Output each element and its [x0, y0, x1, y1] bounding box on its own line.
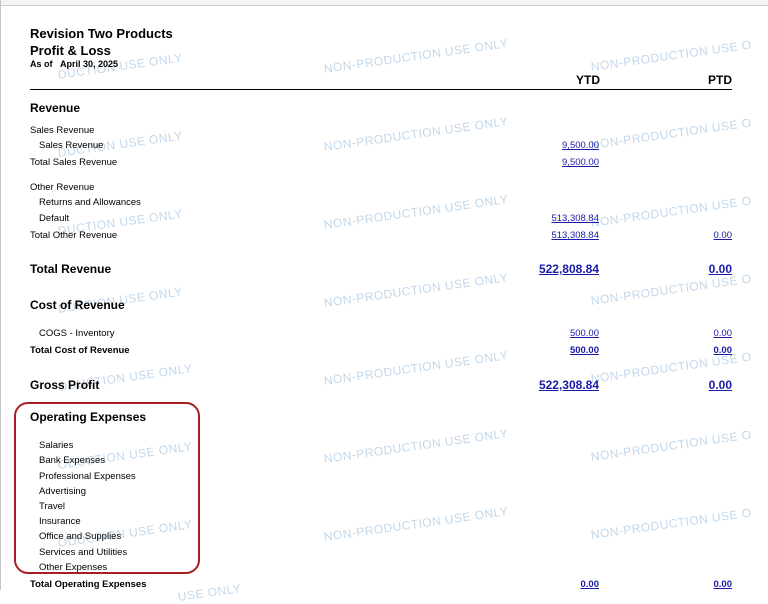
item-office-and-supplies: Office and Supplies	[39, 531, 122, 542]
window-top-edge	[0, 0, 768, 6]
header-rule	[30, 89, 732, 90]
item-services-and-utilities: Services and Utilities	[39, 547, 128, 558]
item-default: Default	[39, 213, 70, 224]
as-of-date: April 30, 2025	[60, 59, 119, 69]
item-bank-expenses: Bank Expenses	[39, 455, 106, 466]
company-name: Revision Two Products	[30, 26, 173, 41]
value-sales-revenue-ytd[interactable]: 9,500.00	[480, 140, 599, 151]
watermark-text: NON-PRODUCTION USE O	[590, 427, 753, 464]
total-sales-revenue-label: Total Sales Revenue	[30, 157, 118, 168]
value-default-ytd[interactable]: 513,308.84	[480, 213, 599, 224]
as-of-label: As of	[30, 59, 53, 69]
watermark-text: NON-PRODUCTION USE O	[590, 37, 753, 74]
value-total-cost-of-revenue-ptd[interactable]: 0.00	[632, 345, 733, 356]
total-cost-of-revenue-label: Total Cost of Revenue	[30, 345, 130, 356]
value-cogs-inventory-ptd[interactable]: 0.00	[632, 328, 733, 339]
item-insurance: Insurance	[39, 516, 81, 527]
section-revenue: Revenue	[30, 101, 81, 115]
item-cogs-inventory: COGS - Inventory	[39, 328, 115, 339]
watermark-text: NON-PRODUCTION USE O	[590, 115, 753, 152]
item-sales-revenue: Sales Revenue	[39, 140, 104, 151]
value-total-cost-of-revenue-ytd[interactable]: 500.00	[480, 345, 599, 356]
watermark-text: USE ONLY	[177, 581, 243, 604]
value-gross-profit-ytd[interactable]: 522,308.84	[460, 378, 599, 392]
total-revenue-label: Total Revenue	[30, 262, 112, 276]
value-total-other-revenue-ptd[interactable]: 0.00	[632, 230, 733, 241]
total-other-revenue-label: Total Other Revenue	[30, 230, 118, 241]
item-professional-expenses: Professional Expenses	[39, 471, 136, 482]
item-advertising: Advertising	[39, 486, 86, 497]
as-of-line: As of April 30, 2025	[30, 59, 118, 69]
section-operating-expenses: Operating Expenses	[30, 410, 147, 424]
report-title: Profit & Loss	[30, 43, 111, 58]
value-total-operating-expenses-ptd[interactable]: 0.00	[632, 579, 733, 590]
value-total-other-revenue-ytd[interactable]: 513,308.84	[480, 230, 599, 241]
column-header-ytd: YTD	[576, 73, 600, 87]
value-total-sales-revenue-ytd[interactable]: 9,500.00	[480, 157, 599, 168]
value-cogs-inventory-ytd[interactable]: 500.00	[480, 328, 599, 339]
total-operating-expenses-label: Total Operating Expenses	[30, 579, 147, 590]
item-other-expenses: Other Expenses	[39, 562, 108, 573]
column-header-ptd: PTD	[708, 73, 732, 87]
watermark-text: NON-PRODUCTION USE ONLY	[323, 270, 510, 310]
watermark-text: NON-PRODUCTION USE O	[590, 271, 753, 308]
watermark-text: NON-PRODUCTION USE ONLY	[323, 426, 510, 466]
watermark-text: NON-PRODUCTION USE O	[590, 505, 753, 542]
value-total-revenue-ptd[interactable]: 0.00	[632, 262, 732, 276]
gross-profit-label: Gross Profit	[30, 378, 100, 392]
watermark-text: NON-PRODUCTION USE O	[590, 193, 753, 230]
watermark-text: NON-PRODUCTION USE ONLY	[323, 36, 510, 76]
item-travel: Travel	[39, 501, 66, 512]
item-returns-and-allowances: Returns and Allowances	[39, 197, 141, 208]
value-total-revenue-ytd[interactable]: 522,808.84	[460, 262, 599, 276]
group-sales-revenue: Sales Revenue	[30, 125, 95, 136]
watermark-text: NON-PRODUCTION USE ONLY	[323, 504, 510, 544]
window-left-edge	[0, 0, 1, 590]
value-gross-profit-ptd[interactable]: 0.00	[632, 378, 732, 392]
group-other-revenue: Other Revenue	[30, 182, 95, 193]
value-total-operating-expenses-ytd[interactable]: 0.00	[480, 579, 600, 590]
section-cost-of-revenue: Cost of Revenue	[30, 298, 125, 312]
item-salaries: Salaries	[39, 440, 74, 451]
